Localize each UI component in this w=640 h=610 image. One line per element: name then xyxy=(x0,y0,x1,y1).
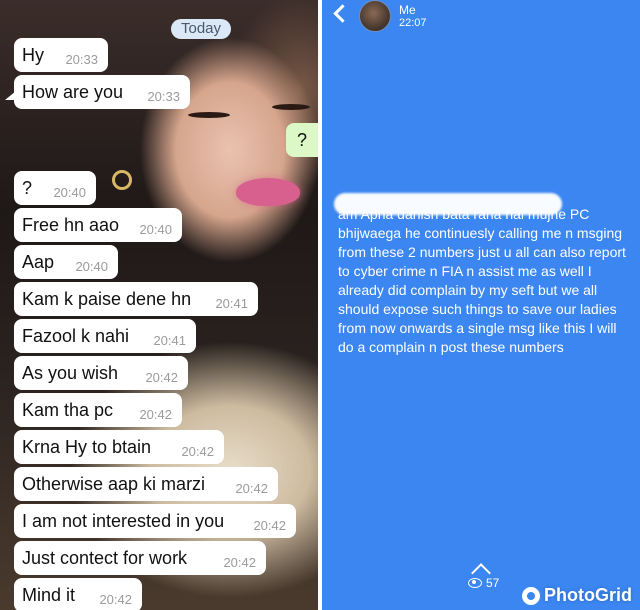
message-text: How are you xyxy=(22,81,124,102)
message-bubble[interactable]: I am not interested in you 20:42 xyxy=(14,504,296,538)
message-text: ? xyxy=(22,177,33,198)
eye-left xyxy=(188,112,230,118)
message-text: Aap xyxy=(22,251,55,272)
status-time: 22:07 xyxy=(399,17,427,29)
avatar[interactable] xyxy=(359,0,391,32)
message-bubble[interactable]: Aap 20:40 xyxy=(14,245,118,279)
message-bubble[interactable]: Kam tha pc 20:42 xyxy=(14,393,182,427)
message-text: Otherwise aap ki marzi xyxy=(22,473,206,494)
message-time: 20:42 xyxy=(181,443,214,459)
message-text: Kam k paise dene hn xyxy=(22,288,192,309)
date-label: Today xyxy=(171,19,231,39)
outgoing-message[interactable]: ? xyxy=(286,123,318,157)
chat-screen: Today ? Hy 20:33 How are you 20:33 ? 20:40 … xyxy=(0,0,318,610)
message-time: 20:33 xyxy=(147,88,180,104)
status-story-screen: Me 22:07 am Apna danish bata raha hai mu… xyxy=(322,0,640,610)
view-count[interactable]: 57 xyxy=(468,576,499,590)
message-time: 20:42 xyxy=(253,517,286,533)
message-text: Free hn aao xyxy=(22,214,120,235)
earring-decoration xyxy=(112,170,132,190)
message-bubble[interactable]: Mind it 20:42 xyxy=(14,578,142,610)
message-time: 20:42 xyxy=(223,554,256,570)
eye-icon xyxy=(468,578,482,588)
message-time: 20:41 xyxy=(215,295,248,311)
message-bubble[interactable]: How are you 20:33 xyxy=(14,75,190,109)
message-time: 20:40 xyxy=(53,184,86,200)
message-time: 20:42 xyxy=(139,406,172,422)
message-bubble[interactable]: Kam k paise dene hn 20:41 xyxy=(14,282,258,316)
message-time: 20:40 xyxy=(75,258,108,274)
message-bubble[interactable]: As you wish 20:42 xyxy=(14,356,188,390)
message-text: Krna Hy to btain xyxy=(22,436,152,457)
message-text: Just contect for work xyxy=(22,547,188,568)
message-time: 20:42 xyxy=(99,591,132,607)
message-bubble[interactable]: ? 20:40 xyxy=(14,171,96,205)
message-bubble[interactable]: Fazool k nahi 20:41 xyxy=(14,319,196,353)
eye-right xyxy=(272,104,310,110)
message-text: I am not interested in you xyxy=(22,510,225,531)
view-count-value: 57 xyxy=(486,576,500,590)
message-bubble[interactable]: Hy 20:33 xyxy=(14,38,108,72)
message-bubble[interactable]: Just contect for work 20:42 xyxy=(14,541,266,575)
watermark: PhotoGrid xyxy=(522,585,632,606)
message-time: 20:42 xyxy=(235,480,268,496)
message-text: As you wish xyxy=(22,362,119,383)
message-text: Hy xyxy=(22,44,44,65)
message-time: 20:40 xyxy=(139,221,172,237)
message-time: 20:42 xyxy=(145,369,178,385)
photogrid-logo-icon xyxy=(522,586,540,605)
back-chevron-icon[interactable] xyxy=(333,4,352,23)
watermark-text: PhotoGrid xyxy=(544,585,632,605)
sender-name: Me xyxy=(399,3,416,17)
message-time: 20:41 xyxy=(153,332,186,348)
lips-decoration xyxy=(236,178,300,206)
message-bubble[interactable]: Krna Hy to btain 20:42 xyxy=(14,430,224,464)
message-text: Mind it xyxy=(22,584,76,605)
message-bubble[interactable]: Otherwise aap ki marzi 20:42 xyxy=(14,467,278,501)
story-text: am Apna danish bata raha hai mujhe PC bh… xyxy=(338,206,626,355)
message-time: 20:33 xyxy=(65,51,98,67)
message-bubble[interactable]: Free hn aao 20:40 xyxy=(14,208,182,242)
message-text: Kam tha pc xyxy=(22,399,114,420)
message-text: Fazool k nahi xyxy=(22,325,130,346)
